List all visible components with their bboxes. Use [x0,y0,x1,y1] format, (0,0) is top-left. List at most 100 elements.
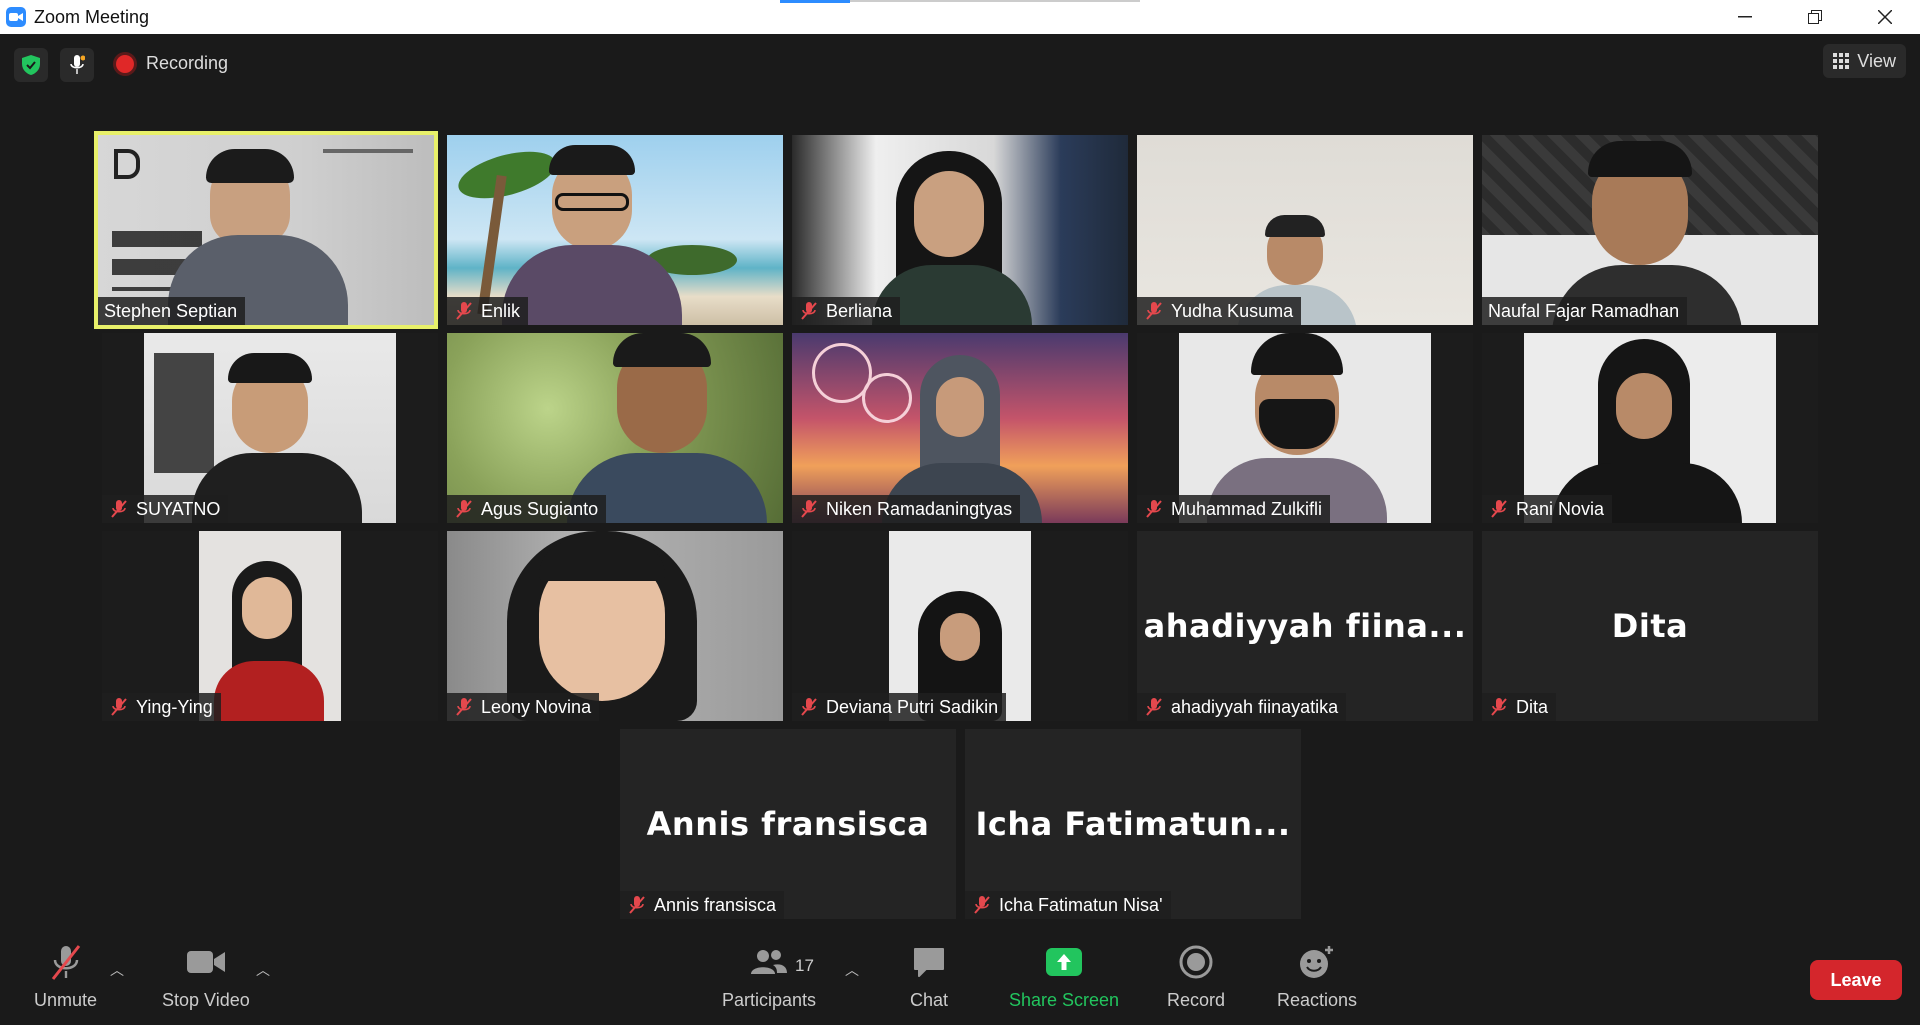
unmute-label: Unmute [34,990,98,1010]
participant-nametag: SUYATNO [102,495,229,523]
muted-mic-icon [453,498,475,520]
video-tile[interactable]: ahadiyyah fiina... ahadiyyah fiinayatika [1137,531,1473,721]
participant-name: Muhammad Zulkifli [1171,498,1323,519]
chat-button[interactable]: Chat [910,942,948,1011]
participant-nametag: Annis fransisca [620,891,785,919]
video-options-caret-icon[interactable]: ︿ [256,960,270,980]
muted-mic-icon [1488,696,1510,718]
close-button[interactable] [1850,0,1920,34]
muted-mic-icon [1488,498,1510,520]
participant-name: Rani Novia [1516,498,1605,519]
unmute-button[interactable]: Unmute [34,942,97,1011]
grid-icon [1833,53,1850,69]
video-tile[interactable]: Agus Sugianto [447,333,783,523]
participant-nametag: Muhammad Zulkifli [1137,495,1331,523]
video-tile[interactable]: Niken Ramadaningtyas [792,333,1128,523]
participants-count: 17 [795,956,814,975]
muted-mic-icon [108,498,130,520]
participant-nametag: Rani Novia [1482,495,1613,523]
video-tile[interactable]: Dita Dita [1482,531,1818,721]
video-tile[interactable]: Naufal Fajar Ramadhan [1482,135,1818,325]
participant-nametag: Berliana [792,297,901,325]
video-tile[interactable]: Yudha Kusuma [1137,135,1473,325]
participant-nametag: Naufal Fajar Ramadhan [1482,297,1688,325]
muted-mic-icon [1143,300,1165,322]
participant-nametag: Dita [1482,693,1557,721]
video-camera-icon [186,942,226,982]
muted-mic-icon [453,696,475,718]
participant-name: Deviana Putri Sadikin [826,696,999,717]
restore-button[interactable] [1780,0,1850,34]
participant-name: Leony Novina [481,696,592,717]
muted-mic-icon [798,300,820,322]
muted-mic-icon [798,696,820,718]
reactions-label: Reactions [1277,990,1358,1010]
participant-name: ahadiyyah fiinayatika [1171,696,1339,717]
participant-name: Annis fransisca [654,894,777,915]
participants-label: Participants [722,990,817,1010]
participant-nametag: Ying-Ying [102,693,221,721]
participant-name: Yudha Kusuma [1171,300,1294,321]
participant-name: Enlik [481,300,521,321]
video-tile[interactable]: SUYATNO [102,333,438,523]
video-tile[interactable]: Muhammad Zulkifli [1137,333,1473,523]
participant-name: Dita [1516,696,1549,717]
video-tile[interactable]: Enlik [447,135,783,325]
participant-nametag: Stephen Septian [98,297,246,325]
participant-nametag: Agus Sugianto [447,495,607,523]
minimize-button[interactable] [1710,0,1780,34]
chat-label: Chat [910,990,949,1010]
meeting-toolbar: Unmute ︿ Stop Video ︿ Participants 17 ︿ … [0,930,1920,1025]
video-tile[interactable]: Annis fransisca Annis fransisca [620,729,956,919]
muted-mic-icon [626,894,648,916]
record-button[interactable]: Record [1167,942,1225,1011]
muted-mic-icon [798,498,820,520]
participants-icon [749,942,789,982]
muted-mic-icon [1143,498,1165,520]
encryption-shield-icon[interactable] [14,48,48,82]
video-tile[interactable]: Deviana Putri Sadikin [792,531,1128,721]
participant-nametag: Niken Ramadaningtyas [792,495,1021,523]
record-label: Record [1167,990,1226,1010]
video-tile[interactable]: Rani Novia [1482,333,1818,523]
audio-status-icon[interactable] [60,48,94,82]
emoji-reaction-icon [1298,942,1336,982]
video-tile[interactable]: Stephen Septian [94,131,438,329]
participants-options-caret-icon[interactable]: ︿ [845,960,859,980]
zoom-logo-icon [6,7,26,27]
view-label: View [1857,50,1896,71]
video-tile[interactable]: Berliana [792,135,1128,325]
recording-indicator-icon [116,55,134,73]
participant-nametag: Yudha Kusuma [1137,297,1302,325]
window-title: Zoom Meeting [34,6,150,27]
participant-name: Stephen Septian [104,300,238,321]
meeting-topbar [0,34,1920,94]
video-tile[interactable]: Ying-Ying [102,531,438,721]
muted-mic-icon [1143,696,1165,718]
window-titlebar: Zoom Meeting [0,0,1920,34]
record-icon [1179,942,1213,982]
share-screen-button[interactable]: Share Screen [1009,942,1119,1011]
participant-name: Berliana [826,300,893,321]
view-button[interactable]: View [1823,44,1906,78]
participant-name: Ying-Ying [136,696,213,717]
participant-name: Icha Fatimatun Nisa' [999,894,1163,915]
video-tile[interactable]: Icha Fatimatun... Icha Fatimatun Nisa' [965,729,1301,919]
chat-bubble-icon [912,942,946,982]
participant-name: Agus Sugianto [481,498,599,519]
audio-options-caret-icon[interactable]: ︿ [110,960,124,980]
dreamplanner-logo-icon [114,149,140,179]
participants-button[interactable]: Participants [722,942,816,1011]
reactions-button[interactable]: Reactions [1277,942,1357,1011]
titlebar-tab-indicator [780,0,850,3]
participant-nametag: Enlik [447,297,529,325]
share-screen-label: Share Screen [1009,990,1120,1010]
participant-nametag: Icha Fatimatun Nisa' [965,891,1171,919]
stop-video-label: Stop Video [162,990,250,1010]
stop-video-button[interactable]: Stop Video [162,942,250,1011]
participant-nametag: Leony Novina [447,693,600,721]
video-tile[interactable]: Leony Novina [447,531,783,721]
participant-name: SUYATNO [136,498,221,519]
leave-button[interactable]: Leave [1810,960,1902,1000]
recording-label: Recording [146,53,229,73]
